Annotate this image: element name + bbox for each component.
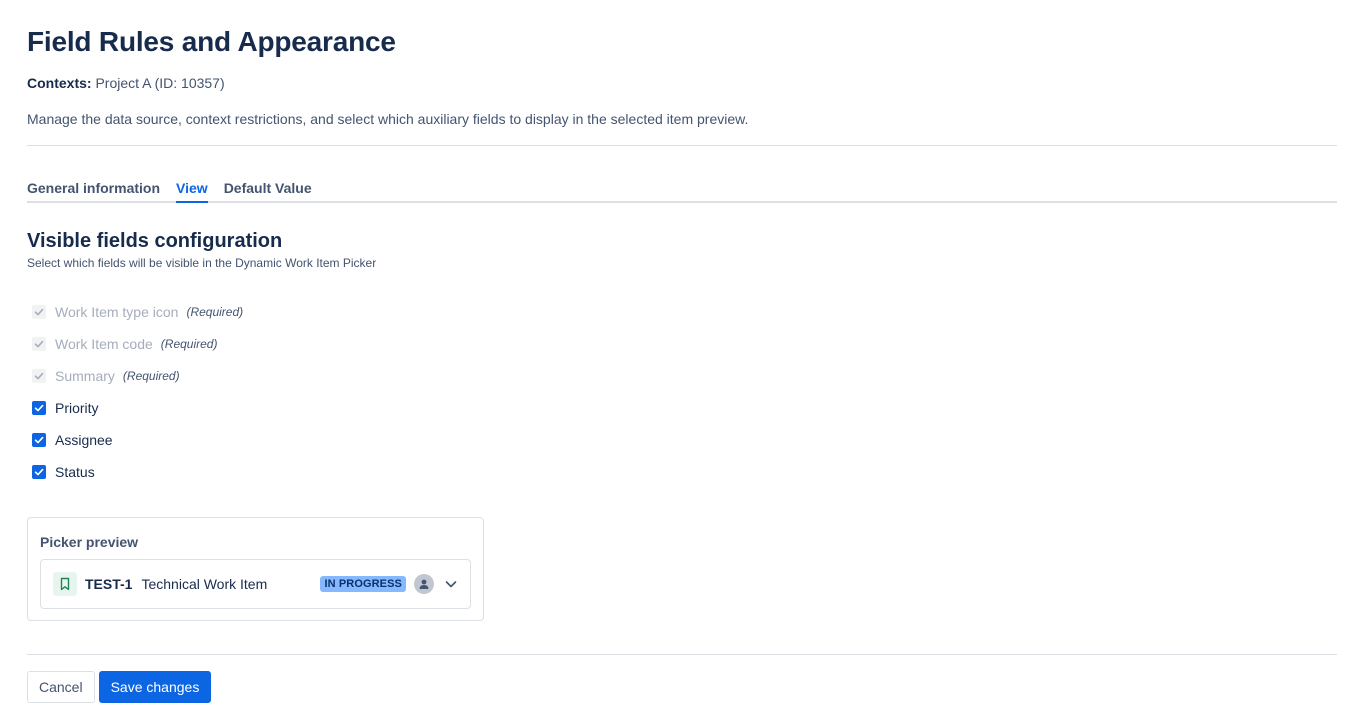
tab-general-information[interactable]: General information [27, 169, 160, 199]
bookmark-icon [53, 572, 77, 596]
field-row-summary: Summary (Required) [27, 360, 1337, 392]
field-label: Summary [55, 368, 115, 384]
work-item-summary: Technical Work Item [141, 576, 268, 592]
contexts-line: Contexts: Project A (ID: 10357) [27, 74, 1337, 92]
chevron-down-icon[interactable] [444, 577, 458, 591]
picker-preview-card: Picker preview TEST-1 Technical Work Ite… [27, 517, 484, 621]
check-icon [34, 340, 44, 348]
field-label[interactable]: Status [55, 464, 95, 480]
check-icon [34, 404, 44, 412]
checkbox-priority[interactable] [32, 401, 46, 415]
field-label[interactable]: Assignee [55, 432, 113, 448]
field-row-work-item-type-icon: Work Item type icon (Required) [27, 296, 1337, 328]
status-badge: IN PROGRESS [320, 576, 406, 592]
person-icon [414, 574, 434, 594]
save-changes-button[interactable]: Save changes [98, 671, 212, 703]
field-row-work-item-code: Work Item code (Required) [27, 328, 1337, 360]
work-item-key: TEST-1 [85, 576, 133, 592]
cancel-button[interactable]: Cancel [27, 671, 95, 703]
contexts-label: Contexts: [27, 75, 92, 91]
field-list: Work Item type icon (Required) Work Item… [27, 296, 1337, 488]
page: Field Rules and Appearance Contexts: Pro… [0, 0, 1351, 703]
page-title: Field Rules and Appearance [27, 26, 396, 57]
form-actions: Cancel Save changes [27, 671, 1337, 703]
checkbox-assignee[interactable] [32, 433, 46, 447]
required-tag: (Required) [160, 337, 218, 351]
check-icon [34, 468, 44, 476]
field-row-status: Status [27, 456, 1337, 488]
check-icon [34, 308, 44, 316]
page-description: Manage the data source, context restrict… [27, 111, 749, 127]
required-tag: (Required) [186, 305, 244, 319]
work-item-picker[interactable]: TEST-1 Technical Work Item IN PROGRESS [40, 559, 471, 609]
contexts-value: Project A (ID: 10357) [95, 75, 225, 91]
field-row-priority: Priority [27, 392, 1337, 424]
divider [27, 145, 1337, 146]
required-tag: (Required) [122, 369, 180, 383]
tab-default-value[interactable]: Default Value [224, 169, 312, 199]
field-label: Work Item type icon [55, 304, 179, 320]
footer-divider [27, 654, 1337, 655]
field-label[interactable]: Priority [55, 400, 99, 416]
check-icon [34, 372, 44, 380]
section-subtitle: Select which fields will be visible in t… [27, 256, 377, 270]
section-title: Visible fields configuration [27, 230, 283, 252]
checkbox-work-item-code [32, 337, 46, 351]
picker-preview-title: Picker preview [40, 534, 139, 550]
check-icon [34, 436, 44, 444]
checkbox-work-item-type-icon [32, 305, 46, 319]
tab-view[interactable]: View [176, 169, 208, 203]
checkbox-status[interactable] [32, 465, 46, 479]
field-row-assignee: Assignee [27, 424, 1337, 456]
tab-bar: General information View Default Value [27, 169, 1337, 203]
checkbox-summary [32, 369, 46, 383]
field-label: Work Item code [55, 336, 153, 352]
